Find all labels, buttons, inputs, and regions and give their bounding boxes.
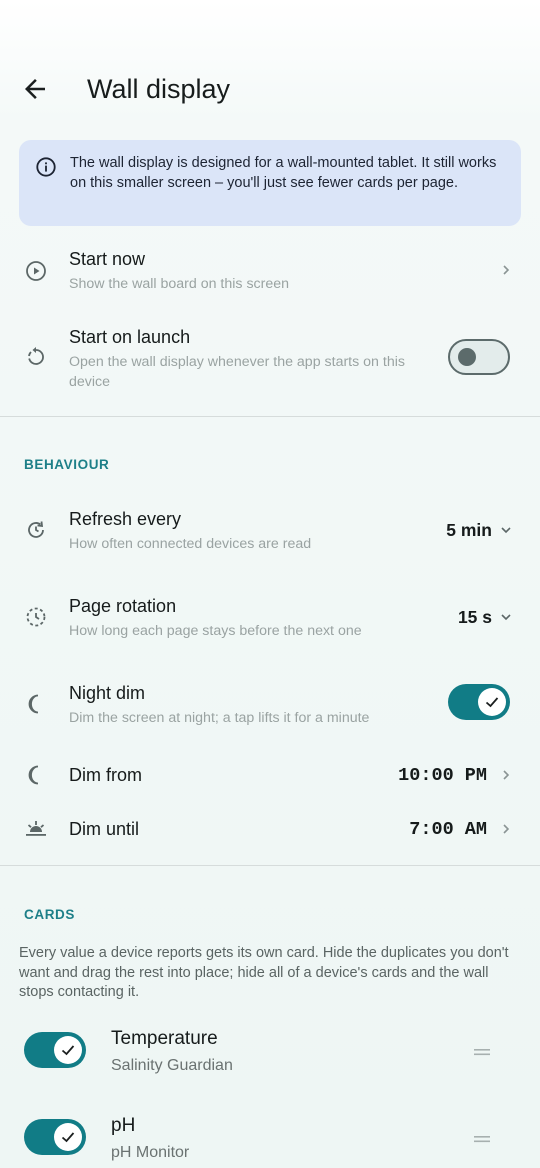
card-title: Temperature — [111, 1028, 218, 1049]
toggle-knob — [458, 348, 476, 366]
drag-handle-icon[interactable] — [474, 1134, 490, 1144]
moon-icon — [28, 694, 39, 714]
timer-refresh-icon — [28, 521, 44, 538]
dim-from-row[interactable]: Dim from 10:00 PM — [0, 756, 540, 796]
chevron-right-icon — [503, 824, 510, 834]
start-now-row[interactable]: Start now Show the wall board on this sc… — [0, 240, 540, 310]
moon-icon — [28, 765, 39, 785]
start-now-subtitle: Show the wall board on this screen — [69, 276, 290, 292]
card-item[interactable]: pH pH Monitor — [0, 1109, 540, 1168]
dim-until-row[interactable]: Dim until 7:00 AM — [0, 810, 540, 850]
divider — [0, 865, 540, 866]
card-visibility-toggle[interactable] — [24, 1032, 86, 1068]
section-header-behaviour: BEHAVIOUR — [24, 457, 110, 472]
night-dim-row[interactable]: Night dim Dim the screen at night; a tap… — [0, 674, 540, 744]
rotation-icon — [26, 607, 46, 627]
page-rotation-row[interactable]: Page rotation How long each page stays b… — [0, 587, 540, 657]
start-on-launch-toggle[interactable] — [448, 339, 510, 375]
section-header-cards: CARDS — [24, 907, 76, 922]
start-on-launch-row[interactable]: Start on launch Open the wall display wh… — [0, 318, 540, 408]
back-button[interactable] — [20, 74, 50, 104]
play-circle-icon — [26, 261, 46, 281]
chevron-right-icon — [503, 770, 510, 780]
chevron-right-icon — [503, 265, 510, 275]
dim-until-title: Dim until — [69, 819, 140, 839]
page-rotation-value[interactable]: 15 s — [458, 607, 492, 628]
arrow-back-icon — [25, 79, 45, 99]
info-banner: The wall display is designed for a wall-… — [19, 140, 521, 226]
card-item[interactable]: Temperature Salinity Guardian — [0, 1022, 540, 1082]
start-on-launch-subtitle: Open the wall display whenever the app s… — [69, 354, 405, 390]
card-visibility-toggle[interactable] — [24, 1119, 86, 1155]
dim-from-title: Dim from — [69, 765, 142, 785]
chevron-down-icon — [501, 527, 511, 534]
refresh-every-subtitle: How often connected devices are read — [69, 536, 312, 552]
check-icon — [61, 1132, 75, 1143]
info-icon — [36, 157, 56, 177]
night-dim-toggle[interactable] — [448, 684, 510, 720]
page-title: Wall display — [87, 74, 231, 104]
sunrise-icon — [26, 821, 46, 836]
refresh-every-title: Refresh every — [69, 509, 182, 529]
chevron-down-icon — [501, 614, 511, 621]
toggle-knob — [478, 688, 506, 716]
check-icon — [485, 697, 499, 708]
toggle-knob — [54, 1036, 82, 1064]
dim-until-value[interactable]: 7:00 AM — [409, 819, 487, 840]
page-rotation-title: Page rotation — [69, 596, 177, 616]
divider — [0, 416, 540, 417]
info-banner-text: The wall display is designed for a wall-… — [70, 155, 497, 191]
refresh-every-row[interactable]: Refresh every How often connected device… — [0, 500, 540, 570]
app-bar: Wall display — [0, 60, 540, 120]
page-rotation-subtitle: How long each page stays before the next… — [69, 623, 362, 639]
start-on-launch-title: Start on launch — [69, 327, 191, 347]
check-icon — [61, 1045, 75, 1056]
card-device: Salinity Guardian — [111, 1057, 233, 1074]
card-device: pH Monitor — [111, 1144, 190, 1161]
refresh-every-value[interactable]: 5 min — [446, 520, 492, 541]
night-dim-title: Night dim — [69, 683, 146, 703]
toggle-knob — [54, 1123, 82, 1151]
dim-from-value[interactable]: 10:00 PM — [398, 765, 487, 786]
drag-handle-icon[interactable] — [474, 1047, 490, 1057]
start-now-title: Start now — [69, 249, 146, 269]
restart-icon — [28, 347, 44, 365]
card-title: pH — [111, 1115, 136, 1136]
night-dim-subtitle: Dim the screen at night; a tap lifts it … — [69, 710, 370, 726]
cards-description: Every value a device reports gets its ow… — [19, 945, 509, 1000]
